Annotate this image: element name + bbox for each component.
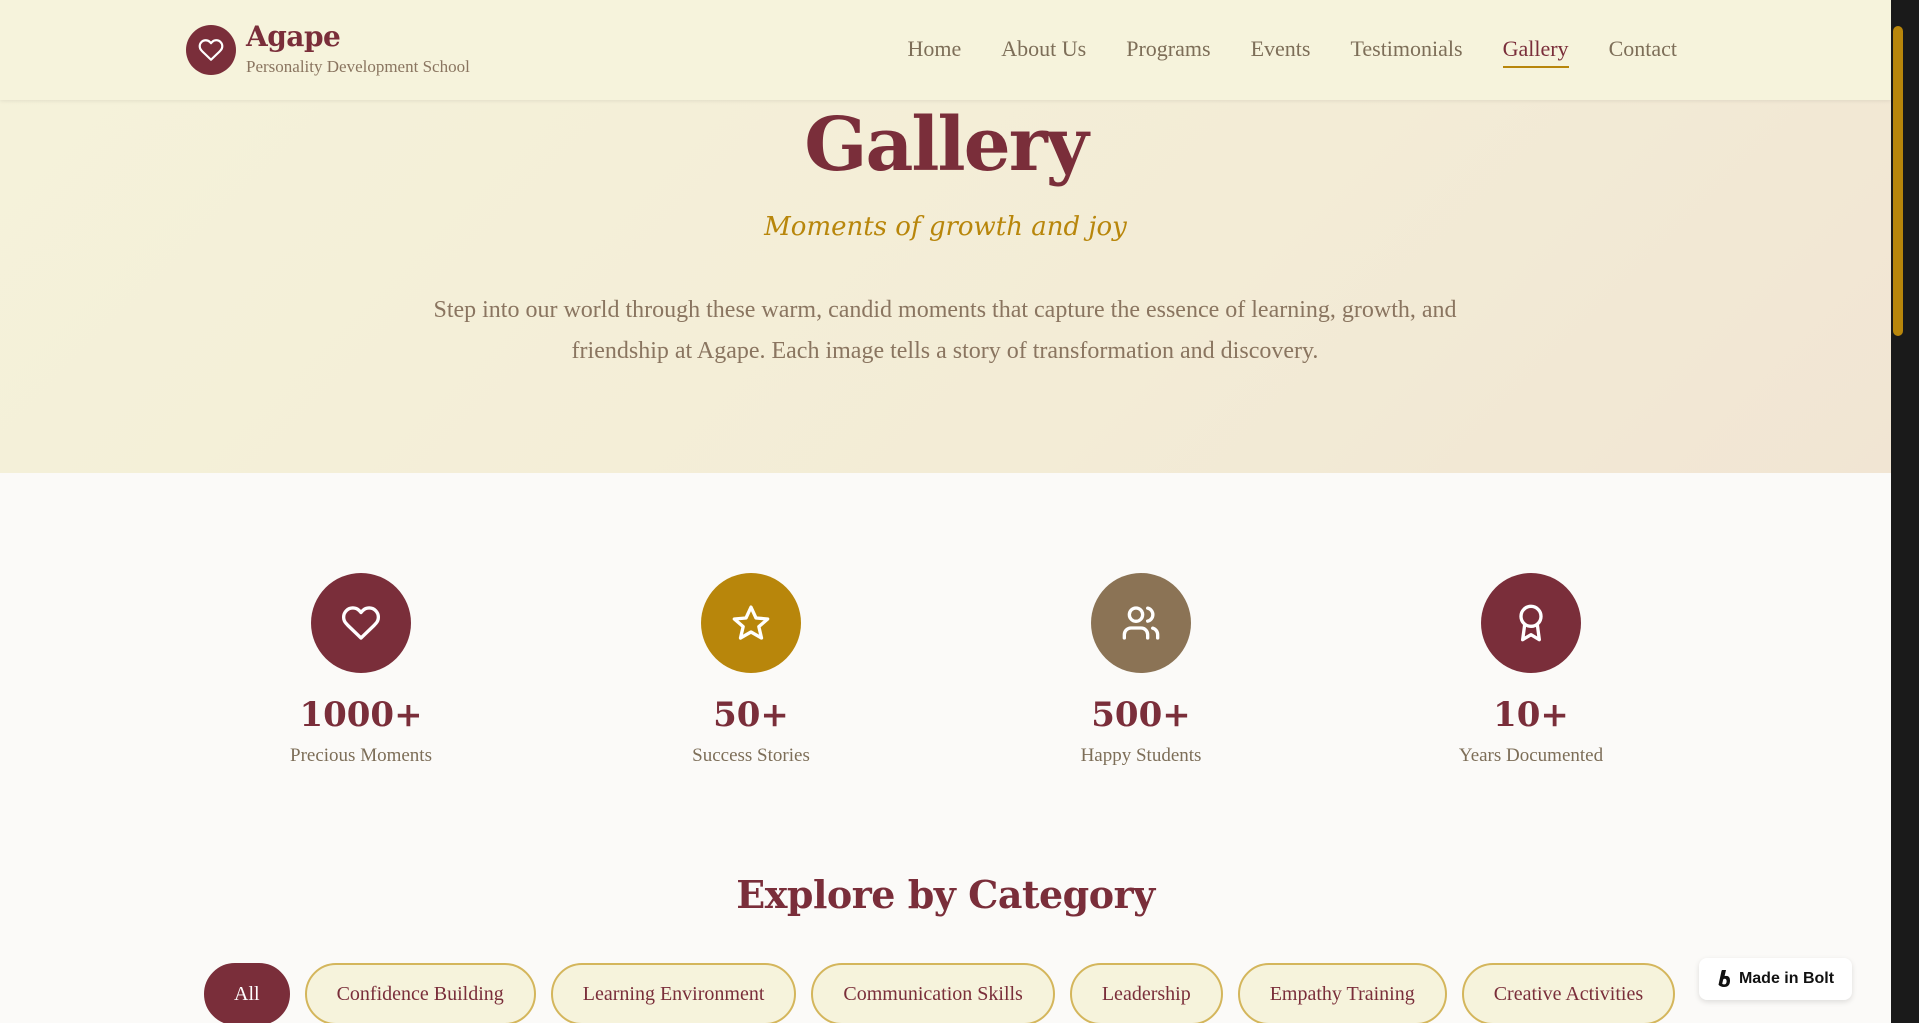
site-header: Agape Personality Development School Hom… (0, 0, 1891, 100)
stat-success-stories: 50+ Success Stories (621, 573, 881, 767)
heart-icon (198, 39, 224, 61)
stat-value: 500+ (1091, 695, 1191, 735)
stat-happy-students: 500+ Happy Students (1011, 573, 1271, 767)
award-icon (1519, 604, 1543, 642)
stat-icon-circle (1481, 573, 1581, 673)
nav-events[interactable]: Events (1251, 36, 1311, 68)
stat-label: Happy Students (1080, 745, 1202, 766)
nav-home[interactable]: Home (908, 36, 962, 68)
nav-programs[interactable]: Programs (1126, 36, 1210, 68)
hero-tagline: Moments of growth and joy (764, 212, 1127, 242)
nav-testimonials[interactable]: Testimonials (1350, 36, 1462, 68)
page-title: Gallery (804, 102, 1088, 188)
bolt-logo-icon (1718, 970, 1730, 987)
hero-description: Step into our world through these warm, … (433, 297, 1457, 364)
stat-value: 10+ (1493, 695, 1569, 735)
users-icon (1122, 606, 1160, 640)
stat-precious-moments: 1000+ Precious Moments (231, 573, 491, 767)
explore-title: Explore by Category (736, 872, 1155, 917)
logo[interactable] (186, 25, 236, 75)
stat-years-documented: 10+ Years Documented (1401, 573, 1661, 767)
category-learning-environment[interactable]: Learning Environment (550, 963, 797, 1023)
stat-icon-circle (311, 573, 411, 673)
brand-subtitle: Personality Development School (246, 57, 470, 76)
stat-value: 1000+ (299, 695, 423, 735)
stat-icon-circle (701, 573, 801, 673)
main-nav: Home About Us Programs Events Testimonia… (908, 36, 1677, 68)
stat-label: Success Stories (692, 745, 810, 766)
bolt-badge-label: Made in Bolt (1738, 970, 1835, 987)
stat-label: Years Documented (1458, 745, 1604, 766)
category-confidence-building[interactable]: Confidence Building (304, 963, 536, 1023)
category-all[interactable]: All (204, 963, 290, 1023)
stat-label: Precious Moments (290, 745, 432, 766)
stat-value: 50+ (713, 695, 789, 735)
brand-name[interactable]: Agape (246, 20, 341, 53)
nav-gallery[interactable]: Gallery (1502, 36, 1569, 68)
nav-about-us[interactable]: About Us (1001, 36, 1086, 68)
stat-icon-circle (1091, 573, 1191, 673)
category-leadership[interactable]: Leadership (1069, 963, 1223, 1023)
category-empathy-training[interactable]: Empathy Training (1237, 963, 1447, 1023)
star-icon (732, 605, 770, 640)
made-in-bolt-badge[interactable]: Made in Bolt (1699, 958, 1852, 1000)
scrollbar-thumb[interactable] (1893, 26, 1903, 336)
category-communication-skills[interactable]: Communication Skills (811, 963, 1055, 1023)
category-filter: All Confidence Building Learning Environ… (204, 963, 1676, 1023)
nav-contact[interactable]: Contact (1609, 36, 1677, 68)
category-creative-activities[interactable]: Creative Activities (1461, 963, 1676, 1023)
heart-icon (341, 606, 381, 640)
